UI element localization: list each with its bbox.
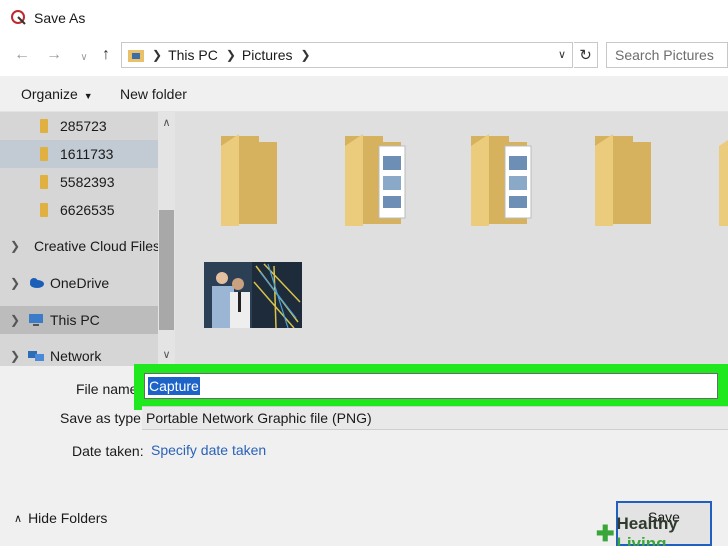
scroll-up-icon[interactable]: ∧ xyxy=(158,116,175,129)
photo-thumbnail[interactable] xyxy=(204,262,302,328)
chevron-right-icon[interactable]: ❯ xyxy=(10,276,20,290)
nav-item-label: 6626535 xyxy=(60,202,115,218)
nav-item-6626535[interactable]: 6626535 xyxy=(0,196,158,224)
file-name-input[interactable]: Capture xyxy=(144,373,718,399)
pictures-folder-icon xyxy=(128,50,144,62)
up-arrow-icon[interactable]: ↑ xyxy=(96,44,116,66)
watermark-logo: ✚ Healthy Living xyxy=(596,514,728,546)
folder-icon xyxy=(40,147,48,161)
save-as-type-value: Portable Network Graphic file (PNG) xyxy=(146,410,372,426)
folder-with-pictures-icon[interactable] xyxy=(469,132,539,228)
nav-item-label: 5582393 xyxy=(60,174,115,190)
folder-icon[interactable] xyxy=(593,132,663,228)
back-arrow-icon[interactable]: ← xyxy=(12,44,32,66)
navigation-pane: 285723 1611733 5582393 6626535 ❯ Creativ… xyxy=(0,112,158,366)
onedrive-icon xyxy=(30,278,44,288)
nav-item-label: OneDrive xyxy=(50,275,110,291)
watermark-text: Healthy Living xyxy=(616,514,728,546)
paint-app-icon xyxy=(11,10,26,25)
nav-item-network[interactable]: ❯ Network xyxy=(0,342,158,366)
save-as-type-select[interactable]: Portable Network Graphic file (PNG) xyxy=(142,406,728,430)
folder-icon xyxy=(40,119,48,133)
nav-item-1611733[interactable]: 1611733 xyxy=(0,140,158,168)
recent-locations-icon[interactable]: ∨ xyxy=(74,46,94,68)
nav-item-5582393[interactable]: 5582393 xyxy=(0,168,158,196)
nav-item-label: Creative Cloud Files xyxy=(34,238,158,254)
chevron-right-icon[interactable]: ❯ xyxy=(10,313,20,327)
highlight-box: Capture xyxy=(134,364,728,410)
new-folder-button[interactable]: New folder xyxy=(120,86,187,102)
chevron-right-icon[interactable]: ❯ xyxy=(10,349,20,363)
organize-button[interactable]: Organize ▼ xyxy=(21,86,93,102)
chevron-right-icon: ❯ xyxy=(152,48,163,62)
organize-label: Organize xyxy=(21,86,78,102)
chevron-down-icon[interactable]: ∨ xyxy=(558,48,566,61)
forward-arrow-icon[interactable]: → xyxy=(44,44,64,66)
watermark-brand-a: Healthy xyxy=(616,514,678,533)
nav-item-label: 285723 xyxy=(60,118,107,134)
nav-item-label: Network xyxy=(50,348,102,364)
window-title: Save As xyxy=(34,10,86,26)
caret-down-icon: ▼ xyxy=(83,91,93,101)
breadcrumb-pictures[interactable]: Pictures xyxy=(242,47,293,63)
nav-item-label: 1611733 xyxy=(60,146,114,162)
nav-item-this-pc[interactable]: ❯ This PC xyxy=(0,306,158,334)
nav-item-creative-cloud[interactable]: ❯ Creative Cloud Files xyxy=(0,232,158,260)
specify-date-taken-link[interactable]: Specify date taken xyxy=(151,442,266,458)
folder-icon xyxy=(40,175,48,189)
date-taken-label: Date taken: xyxy=(72,443,144,459)
folder-icon[interactable] xyxy=(219,132,289,228)
address-bar[interactable]: ❯ This PC ❯ Pictures ❯ ∨ xyxy=(121,42,573,68)
file-name-value: Capture xyxy=(148,377,200,395)
watermark-brand-b: Living xyxy=(616,534,667,546)
chevron-right-icon[interactable]: ❯ xyxy=(10,239,20,253)
refresh-icon[interactable]: ↻ xyxy=(574,42,598,68)
folder-with-pictures-icon[interactable] xyxy=(343,132,413,228)
file-view xyxy=(175,112,728,366)
breadcrumb-this-pc[interactable]: This PC xyxy=(168,47,218,63)
search-input[interactable]: Search Pictures xyxy=(606,42,728,68)
chevron-up-icon: ∧ xyxy=(14,512,23,525)
folder-icon[interactable] xyxy=(717,132,728,228)
hide-folders-label: Hide Folders xyxy=(28,510,108,526)
command-bar: Organize ▼ New folder xyxy=(0,76,728,112)
folder-icon xyxy=(40,203,48,217)
network-icon xyxy=(28,351,44,361)
file-name-label: File name: xyxy=(76,381,142,397)
scroll-down-icon[interactable]: ∨ xyxy=(158,348,175,361)
chevron-right-icon[interactable]: ❯ xyxy=(301,48,311,62)
nav-item-285723[interactable]: 285723 xyxy=(0,112,158,140)
computer-icon xyxy=(29,314,43,326)
nav-pane-scrollbar[interactable]: ∧ ∨ xyxy=(158,112,175,366)
hide-folders-button[interactable]: ∧ Hide Folders xyxy=(14,510,107,526)
plus-logo-icon: ✚ xyxy=(596,521,615,546)
chevron-right-icon[interactable]: ❯ xyxy=(226,48,236,62)
scrollbar-thumb[interactable] xyxy=(159,210,174,330)
nav-item-onedrive[interactable]: ❯ OneDrive xyxy=(0,269,158,297)
save-as-type-label: Save as type: xyxy=(60,410,145,426)
nav-item-label: This PC xyxy=(50,312,100,328)
title-bar: Save As xyxy=(0,0,728,36)
